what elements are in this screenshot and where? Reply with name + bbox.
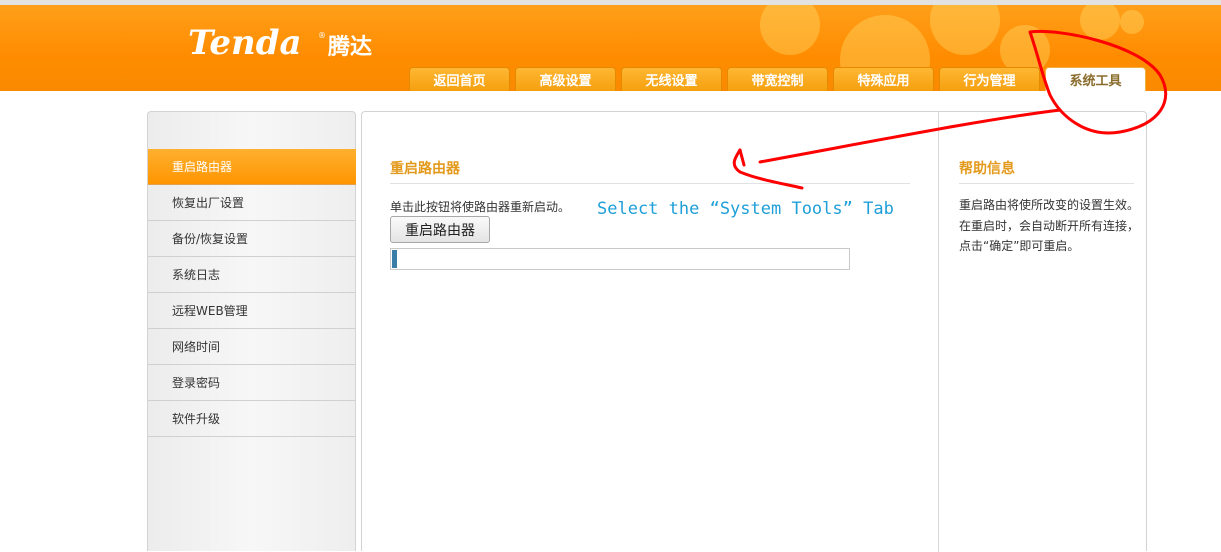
tab-system-tools[interactable]: 系统工具 — [1045, 67, 1146, 91]
tab-bandwidth[interactable]: 带宽控制 — [727, 67, 828, 91]
help-title: 帮助信息 — [959, 161, 1015, 177]
reboot-button[interactable]: 重启路由器 — [390, 216, 490, 243]
brand-logo: Tenda — [188, 23, 302, 63]
tab-wireless[interactable]: 无线设置 — [621, 67, 722, 91]
help-divider — [938, 112, 939, 552]
tab-special-apps[interactable]: 特殊应用 — [833, 67, 934, 91]
reboot-progress-bar — [390, 248, 850, 270]
header-bar: Tenda ® 腾达 返回首页 高级设置 无线设置 带宽控制 特殊应用 行为管理… — [0, 5, 1221, 91]
registered-mark: ® — [318, 31, 326, 40]
help-title-divider — [959, 183, 1134, 184]
sidebar-item-backup-restore[interactable]: 备份/恢复设置 — [148, 221, 356, 257]
sidebar-item-remote-web[interactable]: 远程WEB管理 — [148, 293, 356, 329]
help-text: 重启路由将使所改变的设置生效。在重启时，会自动断开所有连接，点击“确定”即可重启… — [959, 198, 1140, 253]
decor-bubble — [760, 5, 820, 55]
annotation-text: Select the “System Tools” Tab — [597, 199, 894, 219]
tab-home[interactable]: 返回首页 — [409, 67, 510, 91]
tab-advanced[interactable]: 高级设置 — [515, 67, 616, 91]
main-panel: 重启路由器 单击此按钮将使路由器重新启动。 重启路由器 帮助信息 重启路由将使所… — [361, 111, 1147, 552]
page-title: 重启路由器 — [390, 161, 460, 177]
sidebar-item-firmware-upgrade[interactable]: 软件升级 — [148, 401, 356, 437]
decor-bubble — [1080, 5, 1120, 40]
tab-behavior-mgmt[interactable]: 行为管理 — [939, 67, 1040, 91]
sidebar-item-factory-reset[interactable]: 恢复出厂设置 — [148, 185, 356, 221]
progress-fill — [392, 250, 397, 268]
sidebar-item-login-password[interactable]: 登录密码 — [148, 365, 356, 401]
sidebar: 重启路由器 恢复出厂设置 备份/恢复设置 系统日志 远程WEB管理 网络时间 登… — [147, 111, 356, 551]
title-divider — [390, 183, 910, 184]
brand-logo-cn: 腾达 — [328, 35, 373, 60]
decor-bubble — [930, 5, 1000, 55]
sidebar-item-system-log[interactable]: 系统日志 — [148, 257, 356, 293]
sidebar-item-network-time[interactable]: 网络时间 — [148, 329, 356, 365]
sidebar-item-reboot[interactable]: 重启路由器 — [148, 149, 356, 185]
reboot-description: 单击此按钮将使路由器重新启动。 — [390, 200, 571, 214]
decor-bubble — [1120, 10, 1144, 34]
